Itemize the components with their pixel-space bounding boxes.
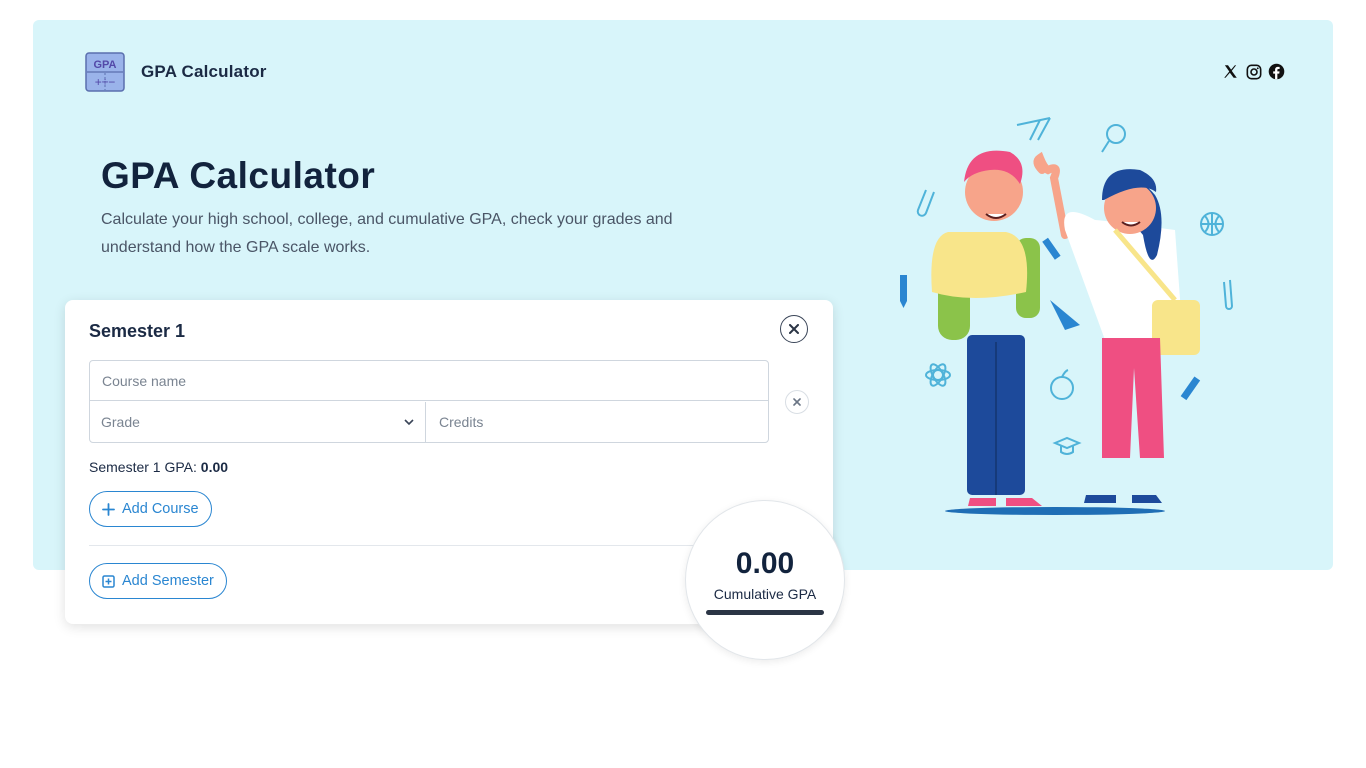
cumulative-gpa-badge: 0.00 Cumulative GPA	[685, 500, 845, 660]
semester-gpa-value: 0.00	[200, 459, 229, 475]
cumulative-gpa-value: 0.00	[735, 547, 795, 580]
close-icon	[793, 398, 801, 406]
cumulative-gpa-label: Cumulative GPA	[713, 586, 817, 602]
plus-icon	[102, 502, 115, 516]
course-name-input[interactable]	[90, 361, 768, 401]
semester-title: Semester 1	[89, 321, 186, 341]
plus-square-icon	[102, 574, 115, 588]
add-course-button[interactable]: Add Course	[89, 491, 212, 527]
course-row: Grade	[89, 360, 769, 443]
add-semester-button[interactable]: Add Semester	[89, 563, 227, 599]
semester-gpa-label: Semester 1 GPA:	[89, 459, 197, 475]
remove-course-button[interactable]	[785, 390, 809, 414]
grade-select[interactable]: Grade	[90, 402, 426, 442]
instagram-icon[interactable]	[1245, 63, 1262, 80]
add-semester-label: Add Semester	[122, 573, 214, 589]
svg-text:GPA: GPA	[93, 59, 116, 71]
students-illustration	[900, 117, 1234, 515]
x-icon[interactable]	[1222, 63, 1239, 80]
page-subtitle: Calculate your high school, college, and…	[101, 211, 673, 256]
cumulative-gpa-bar	[706, 610, 824, 615]
brand-name[interactable]: GPA Calculator	[141, 62, 267, 82]
gpa-logo[interactable]: GPA +÷−	[85, 52, 125, 92]
add-course-label: Add Course	[122, 501, 199, 517]
page-title: GPA Calculator	[101, 155, 376, 196]
chevron-down-icon	[404, 418, 414, 425]
facebook-icon[interactable]	[1268, 63, 1285, 80]
close-icon	[789, 324, 799, 334]
semester-gpa: Semester 1 GPA: 0.00	[89, 459, 228, 475]
credits-input[interactable]	[427, 402, 768, 442]
divider	[89, 545, 769, 546]
svg-text:+÷−: +÷−	[95, 75, 116, 89]
grade-select-value: Grade	[101, 414, 140, 430]
remove-semester-button[interactable]	[780, 315, 808, 343]
